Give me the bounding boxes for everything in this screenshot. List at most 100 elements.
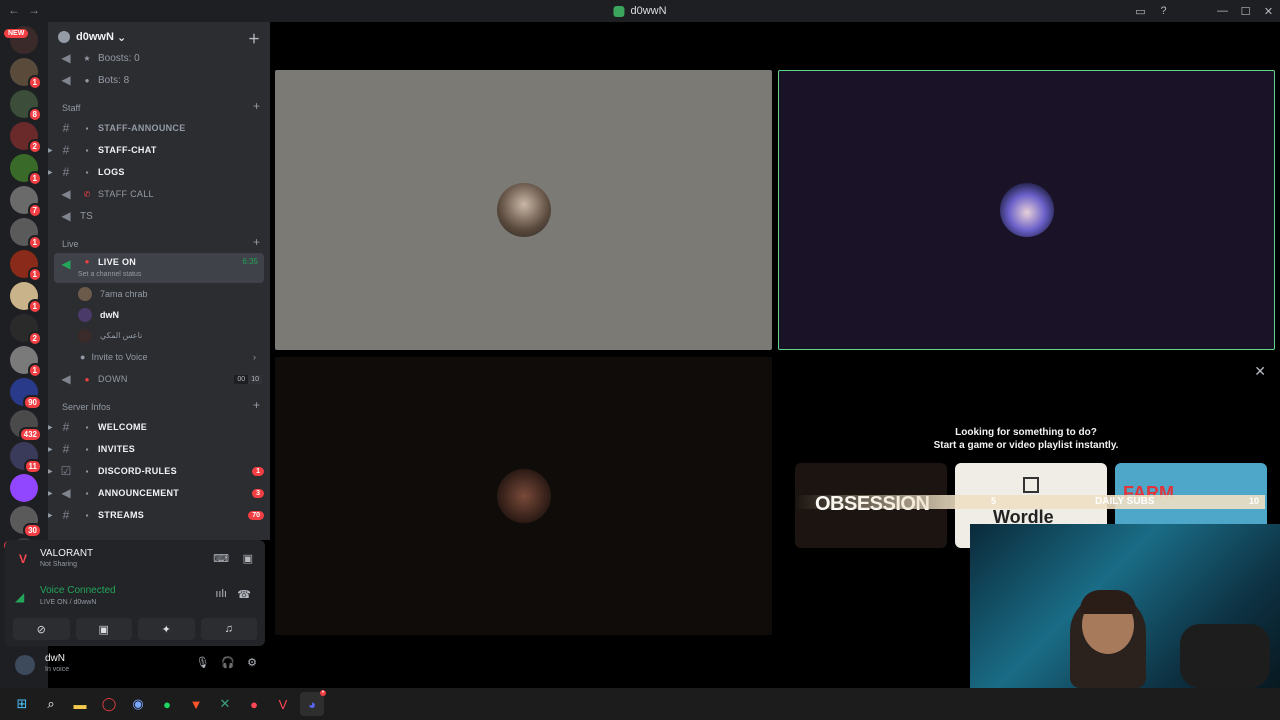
notification-badge: 2 bbox=[27, 139, 42, 154]
pin-icon: ● bbox=[84, 257, 90, 266]
server-icon[interactable]: NEW bbox=[4, 26, 38, 54]
server-icon[interactable] bbox=[10, 474, 38, 502]
server-icon[interactable]: 1 bbox=[10, 218, 42, 250]
voice-actions: ⊘ ▣ ✦ ♫ bbox=[5, 618, 265, 646]
server-icon[interactable]: 2 bbox=[10, 314, 42, 346]
server-icon[interactable]: 90 bbox=[10, 378, 42, 410]
maximize-button[interactable]: ☐ bbox=[1234, 5, 1257, 18]
server-icon[interactable]: 1 bbox=[10, 346, 42, 378]
channel-logs[interactable]: ▶ # ▪ LOGS bbox=[48, 161, 270, 183]
add-channel-icon[interactable]: + bbox=[253, 99, 260, 113]
search-icon[interactable]: ⌕ bbox=[39, 692, 63, 716]
scroll-icon: ▪ bbox=[85, 466, 89, 476]
channel-label: STAFF CALL bbox=[98, 189, 154, 199]
camera-off-button[interactable]: ⊘ bbox=[13, 618, 70, 640]
channel-streams[interactable]: ▶ # ▪ STREAMS 70 bbox=[48, 504, 270, 526]
server-icon[interactable]: 1 bbox=[10, 154, 42, 186]
server-icon[interactable]: 1 bbox=[10, 58, 42, 90]
speaker-icon: ◀ bbox=[61, 187, 71, 201]
voice-user[interactable]: dwN bbox=[48, 304, 270, 325]
server-icon[interactable]: 1 bbox=[10, 250, 42, 282]
channel-discord-rules[interactable]: ▶ ☑ ▪ DISCORD-RULES 1 bbox=[48, 460, 270, 482]
activities-button[interactable]: ✦ bbox=[138, 618, 195, 640]
file-explorer-icon[interactable]: ▬ bbox=[68, 692, 92, 716]
minimize-button[interactable]: — bbox=[1211, 5, 1234, 17]
channel-invites[interactable]: ▶ # ▪ INVITES bbox=[48, 438, 270, 460]
channel-status[interactable]: Set a channel status bbox=[78, 271, 141, 278]
rules-icon: ☑ bbox=[60, 464, 72, 478]
browser-icon[interactable]: ◉ bbox=[126, 692, 150, 716]
settings-gear-icon[interactable]: ⚙ bbox=[247, 656, 257, 669]
channel-staff-chat[interactable]: ▶ # ▪ STAFF-CHAT bbox=[48, 139, 270, 161]
forward-arrow-icon[interactable]: → bbox=[28, 3, 40, 17]
channel-announcement[interactable]: ▶ ◀ ▪ ANNOUNCEMENT 3 bbox=[48, 482, 270, 504]
voice-user[interactable]: ناعس المكي bbox=[48, 325, 270, 346]
voice-panel: V VALORANT Not Sharing ⌨ ▣ ◢ Voice Conne… bbox=[5, 540, 265, 646]
category-server-infos[interactable]: Server Infos + bbox=[48, 390, 270, 416]
channel-live-on[interactable]: ◀ ● LIVE ON 6:35 Set a channel status bbox=[54, 253, 264, 283]
noise-suppression-icon[interactable]: ıılı bbox=[215, 588, 227, 600]
voice-status[interactable]: Voice Connected bbox=[40, 585, 116, 596]
valorant-taskbar-icon[interactable]: V bbox=[271, 692, 295, 716]
windows-start-icon[interactable]: ⊞ bbox=[10, 692, 34, 716]
server-icon[interactable]: 8 bbox=[10, 90, 42, 122]
opera-gx-icon[interactable]: ◯ bbox=[97, 692, 121, 716]
participant-tile[interactable] bbox=[275, 70, 772, 350]
banner-right-number: 10 bbox=[1248, 496, 1259, 506]
gamepad-icon[interactable]: ⌨ bbox=[213, 552, 229, 565]
server-icon[interactable]: 11 bbox=[10, 442, 42, 474]
notification-badge: 1 bbox=[27, 363, 42, 378]
notification-badge: 90 bbox=[23, 395, 42, 410]
screen-share-button[interactable]: ▣ bbox=[75, 618, 132, 640]
username[interactable]: dwN bbox=[45, 653, 65, 664]
phone-icon: ✆ bbox=[83, 189, 91, 199]
disconnect-icon[interactable]: ☎ bbox=[237, 588, 251, 601]
channel-staff-announce[interactable]: # ▪ STAFF-ANNOUNCE bbox=[48, 117, 270, 139]
inbox-icon[interactable]: ▭ bbox=[1129, 5, 1152, 18]
soundboard-button[interactable]: ♫ bbox=[200, 618, 257, 640]
participant-tile[interactable] bbox=[275, 357, 772, 635]
voice-channel[interactable]: LIVE ON / d0wwN bbox=[40, 599, 96, 606]
category-staff[interactable]: Staff + bbox=[48, 91, 270, 117]
close-icon[interactable]: ✕ bbox=[1254, 363, 1266, 380]
brave-icon[interactable]: ▼ bbox=[184, 692, 208, 716]
avatar[interactable] bbox=[15, 655, 35, 675]
channel-boosts[interactable]: ◀ ★ Boosts: 0 bbox=[48, 47, 270, 69]
spotify-icon[interactable]: ● bbox=[155, 692, 179, 716]
channel-ts[interactable]: ◀ TS bbox=[48, 205, 270, 227]
server-icon[interactable]: 1 bbox=[10, 282, 42, 314]
app-icon[interactable]: ● bbox=[242, 692, 266, 716]
share-screen-icon[interactable]: ▣ bbox=[243, 552, 253, 565]
channel-bots[interactable]: ◀ ● Bots: 8 bbox=[48, 69, 270, 91]
voice-user[interactable]: 7ama chrab bbox=[48, 283, 270, 304]
microphone-icon[interactable]: 🎙 bbox=[195, 656, 209, 669]
activity-game: VALORANT bbox=[40, 548, 94, 559]
headphones-icon[interactable]: 🎧 bbox=[221, 656, 235, 669]
limit-current: 00 bbox=[234, 374, 249, 384]
channel-welcome[interactable]: ▶ # ▪ WELCOME bbox=[48, 416, 270, 438]
avatar bbox=[78, 307, 92, 322]
channel-label: STREAMS bbox=[98, 510, 145, 520]
add-channel-icon[interactable]: + bbox=[253, 235, 260, 249]
category-live[interactable]: Live + bbox=[48, 227, 270, 253]
add-channel-icon[interactable]: + bbox=[253, 398, 260, 412]
server-icon[interactable]: 2 bbox=[10, 122, 42, 154]
server-icon[interactable]: 30 bbox=[10, 506, 42, 538]
server-icon[interactable]: 432 bbox=[10, 410, 42, 442]
participant-tile-speaking[interactable] bbox=[778, 70, 1275, 350]
discord-icon[interactable]: ◕ • bbox=[300, 690, 326, 716]
person-hair bbox=[1080, 590, 1136, 614]
notification-badge: 30 bbox=[23, 523, 42, 538]
app-icon[interactable]: ✕ bbox=[213, 692, 237, 716]
invite-to-voice[interactable]: ● Invite to Voice › bbox=[48, 346, 270, 368]
close-button[interactable]: ✕ bbox=[1257, 5, 1280, 18]
add-member-icon[interactable]: ＋ bbox=[248, 30, 260, 47]
party-icon: ▪ bbox=[85, 488, 89, 498]
back-arrow-icon[interactable]: ← bbox=[8, 3, 20, 17]
channel-staff-call[interactable]: ◀ ✆ STAFF CALL bbox=[48, 183, 270, 205]
speaker-icon: ◀ bbox=[61, 257, 71, 271]
channel-down[interactable]: ◀ ● DOWN 00 10 bbox=[48, 368, 270, 390]
help-icon[interactable]: ? bbox=[1152, 5, 1175, 17]
wave-icon: ▪ bbox=[85, 422, 89, 432]
server-icon[interactable]: 7 bbox=[10, 186, 42, 218]
